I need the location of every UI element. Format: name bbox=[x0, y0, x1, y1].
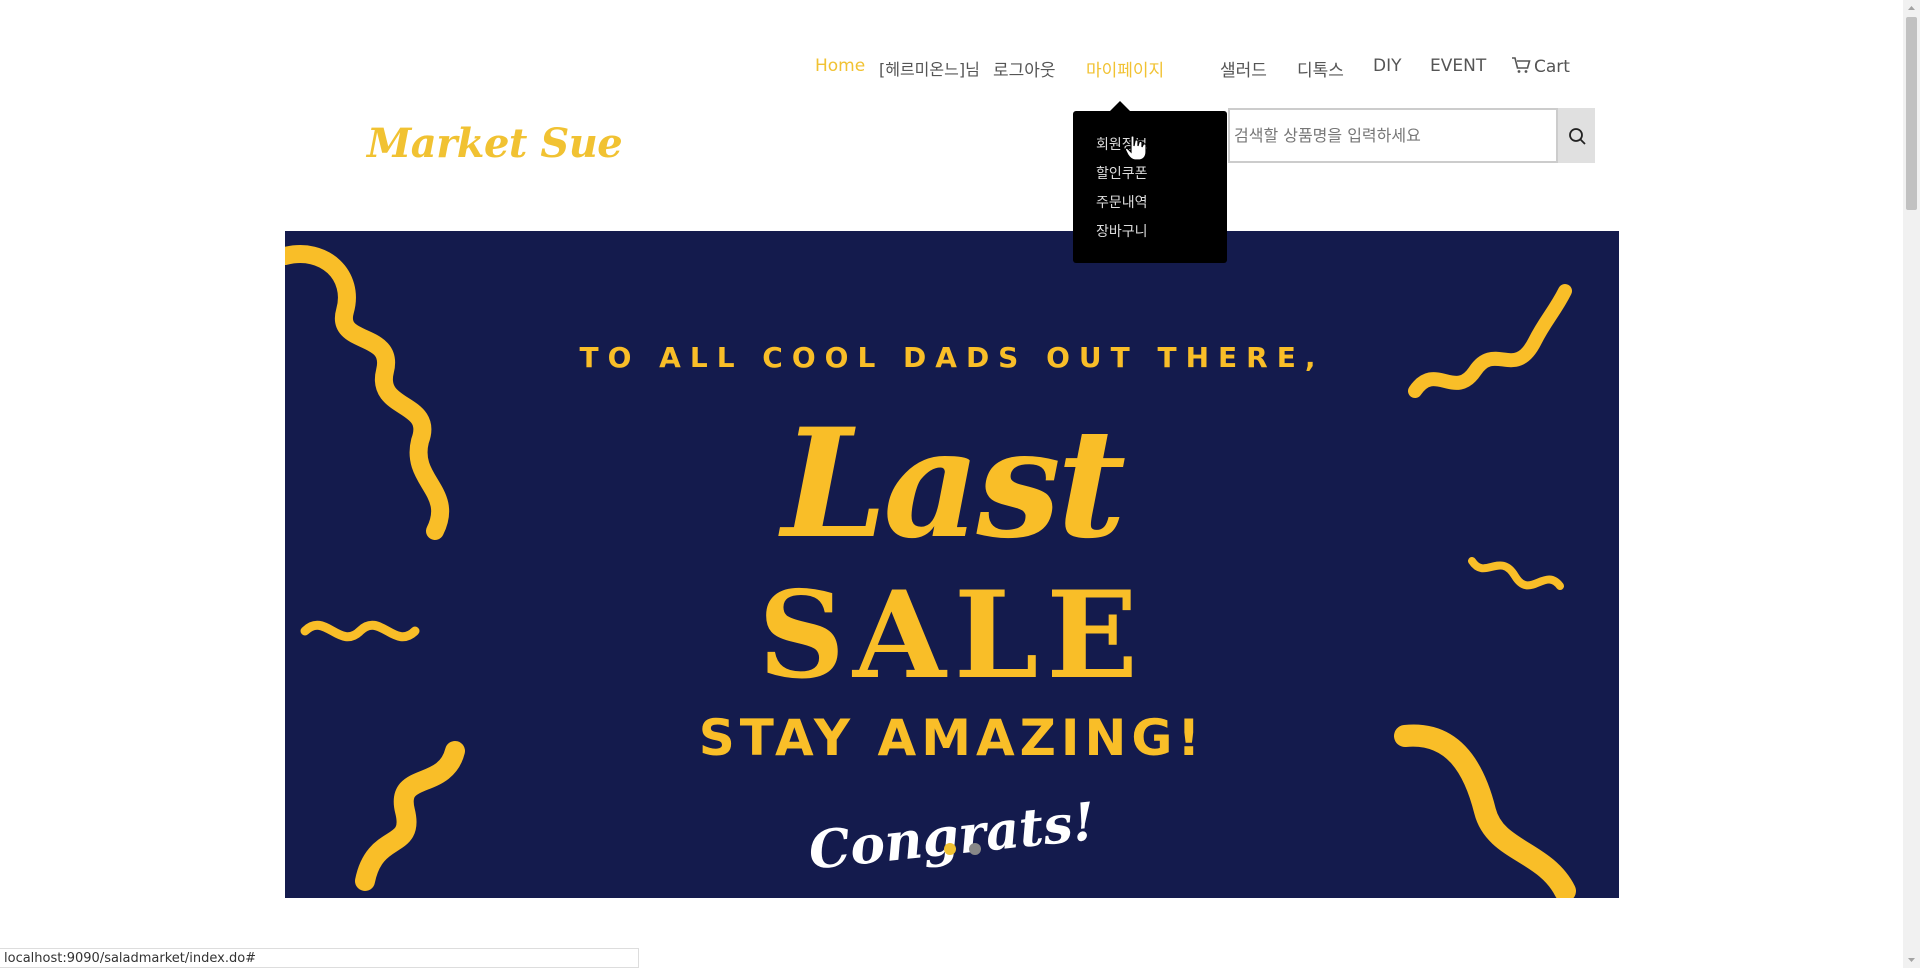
dropdown-order-history[interactable]: 주문내역 bbox=[1096, 192, 1148, 212]
carousel-indicators bbox=[944, 843, 981, 855]
nav-home-link[interactable]: Home bbox=[815, 56, 865, 76]
nav-logout-link[interactable]: 로그아웃 bbox=[993, 56, 1056, 81]
vertical-scrollbar[interactable] bbox=[1903, 0, 1920, 968]
carousel-dot-1[interactable] bbox=[944, 843, 956, 855]
nav-salad-link[interactable]: 샐러드 bbox=[1220, 56, 1267, 81]
nav-event-link[interactable]: EVENT bbox=[1430, 56, 1486, 76]
search-input[interactable] bbox=[1228, 108, 1558, 163]
nav-cart-link[interactable]: Cart bbox=[1511, 56, 1570, 77]
hand-pointer-icon bbox=[1125, 135, 1147, 161]
nav-detox-link[interactable]: 디톡스 bbox=[1297, 56, 1344, 81]
scroll-down-arrow-icon[interactable] bbox=[1903, 951, 1920, 968]
nav-username: [헤르미온느]님 bbox=[879, 60, 980, 79]
search-icon bbox=[1568, 127, 1586, 145]
nav-mypage-link[interactable]: 마이페이지 bbox=[1086, 56, 1164, 81]
search-button[interactable] bbox=[1558, 108, 1595, 163]
scroll-up-arrow-icon[interactable] bbox=[1903, 0, 1920, 17]
mypage-dropdown: 회원정보 할인쿠폰 주문내역 장바구니 bbox=[1073, 101, 1227, 263]
top-nav: Home [헤르미온느]님 로그아웃 마이페이지 샐러드 디톡스 DIY EVE… bbox=[0, 56, 1900, 81]
hero-banner[interactable]: TO ALL COOL DADS OUT THERE, Last SALE ST… bbox=[285, 231, 1619, 898]
nav-diy-link[interactable]: DIY bbox=[1373, 56, 1402, 76]
status-bar-url: localhost:9090/saladmarket/index.do# bbox=[0, 948, 639, 968]
banner-headline: TO ALL COOL DADS OUT THERE, bbox=[579, 341, 1325, 374]
cart-label: Cart bbox=[1534, 57, 1570, 77]
search-box bbox=[1228, 108, 1595, 163]
dropdown-cart[interactable]: 장바구니 bbox=[1096, 221, 1148, 241]
site-logo[interactable]: Market Sue bbox=[367, 120, 623, 167]
dropdown-coupons[interactable]: 할인쿠폰 bbox=[1096, 163, 1148, 183]
cart-icon bbox=[1512, 57, 1531, 73]
banner-last-text: Last bbox=[781, 396, 1126, 572]
carousel-dot-2[interactable] bbox=[969, 843, 981, 855]
scrollbar-thumb[interactable] bbox=[1906, 17, 1917, 210]
banner-sale-text: SALE bbox=[758, 565, 1146, 706]
